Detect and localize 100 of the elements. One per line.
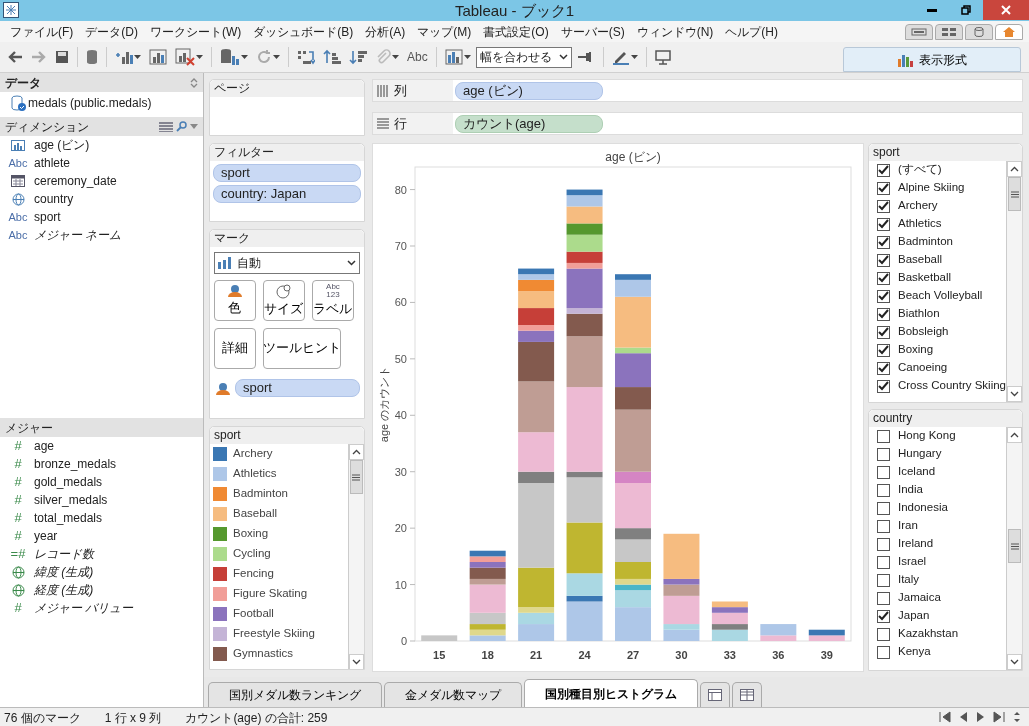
filter-item[interactable]: Athletics	[869, 215, 1006, 233]
filter-item[interactable]: Kazakhstan	[869, 625, 1006, 643]
legend-item[interactable]: Athletics	[210, 464, 348, 484]
field-name[interactable]: 経度 (生成)	[34, 581, 94, 599]
filter-item[interactable]: Japan	[869, 607, 1006, 625]
shelf-pill[interactable]: カウント(age)	[455, 114, 603, 133]
field-name[interactable]: country	[34, 190, 74, 208]
filter-item[interactable]: Kenya	[869, 643, 1006, 661]
filter-item[interactable]: Archery	[869, 197, 1006, 215]
menu-item[interactable]: 書式設定(O)	[477, 22, 555, 41]
menu-item[interactable]: マップ(M)	[411, 22, 478, 41]
field-name[interactable]: age	[34, 437, 55, 455]
legend-item[interactable]: Archery	[210, 444, 348, 464]
filter-pill[interactable]: country: Japan	[213, 185, 361, 203]
datasource-name[interactable]: medals (public.medals)	[28, 94, 152, 112]
field-name[interactable]: gold_medals	[34, 473, 103, 491]
legend-item[interactable]: Gymnastics	[210, 644, 348, 664]
field-name[interactable]: 緯度 (生成)	[34, 563, 94, 581]
legend-item[interactable]: Freestyle Skiing	[210, 624, 348, 644]
shelf-label: 行	[394, 114, 407, 133]
filter-item[interactable]: Italy	[869, 571, 1006, 589]
sheet-tab[interactable]: 国別種目別ヒストグラム	[524, 679, 698, 707]
axis-label: 36	[772, 649, 785, 661]
card-title: sport	[210, 427, 364, 444]
menu-item[interactable]: サーバー(S)	[554, 22, 631, 41]
legend-item[interactable]: Fencing	[210, 564, 348, 584]
type-icon: #	[14, 454, 22, 474]
status-text: 76 個のマーク	[4, 710, 81, 726]
field-name[interactable]: ceremony_date	[34, 172, 117, 190]
filter-item[interactable]: Indonesia	[869, 499, 1006, 517]
menu-item[interactable]: 分析(A)	[359, 22, 412, 41]
field-name[interactable]: silver_medals	[34, 491, 108, 509]
label-icon: Abc 123	[326, 282, 340, 299]
axis-label: 40	[394, 409, 407, 422]
filter-item[interactable]: India	[869, 481, 1006, 499]
chart-title: age (ビン)	[605, 150, 661, 164]
filter-item[interactable]: Iceland	[869, 463, 1006, 481]
field-name[interactable]: メジャー ネーム	[34, 226, 122, 244]
legend-item[interactable]: Football	[210, 604, 348, 624]
filter-item[interactable]: Alpine Skiing	[869, 179, 1006, 197]
mark-detail-button[interactable]: 詳細	[214, 328, 256, 369]
type-icon: #	[14, 436, 22, 456]
filter-item[interactable]: Hungary	[869, 445, 1006, 463]
axis-label: 21	[529, 649, 543, 661]
filter-item[interactable]: Cross Country Skiing	[869, 377, 1006, 395]
field-name[interactable]: athlete	[34, 154, 71, 172]
axis-label: 0	[400, 635, 407, 647]
filter-item[interactable]: Biathlon	[869, 305, 1006, 323]
mark-color-button[interactable]: 色	[214, 280, 256, 321]
menu-item[interactable]: ワークシート(W)	[144, 22, 248, 41]
filter-item[interactable]: Ireland	[869, 535, 1006, 553]
filter-item[interactable]: Beach Volleyball	[869, 287, 1006, 305]
type-icon: #	[14, 472, 22, 492]
field-name[interactable]: sport	[34, 208, 61, 226]
sheet-tab[interactable]: 国別メダル数ランキング	[208, 682, 382, 707]
menu-item[interactable]: データ(D)	[79, 22, 144, 41]
type-icon: #	[14, 508, 22, 528]
type-icon: Abc	[8, 226, 28, 244]
legend-item[interactable]: Baseball	[210, 504, 348, 524]
field-name[interactable]: メジャー バリュー	[34, 599, 134, 617]
filter-item[interactable]: Boxing	[869, 341, 1006, 359]
filter-item[interactable]: Canoeing	[869, 359, 1006, 377]
menu-item[interactable]: ヘルプ(H)	[719, 22, 784, 41]
show-me-button[interactable]: 表示形式	[843, 47, 1021, 72]
filter-item[interactable]: (すべて)	[869, 161, 1006, 179]
mark-pill[interactable]: sport	[235, 379, 360, 397]
filter-item[interactable]: Israel	[869, 553, 1006, 571]
card-title: country	[869, 410, 1022, 427]
mark-tooltip-button[interactable]: ツールヒント	[263, 328, 341, 369]
filter-item[interactable]: Jamaica	[869, 589, 1006, 607]
type-icon: Abc	[8, 208, 28, 226]
legend-item[interactable]: Badminton	[210, 484, 348, 504]
filter-item[interactable]: Baseball	[869, 251, 1006, 269]
mark-label-button[interactable]: Abc 123 ラベル	[312, 280, 354, 321]
shelf-label: 列	[394, 81, 407, 100]
field-name[interactable]: year	[34, 527, 58, 545]
menu-item[interactable]: ダッシュボード(B)	[247, 22, 360, 41]
field-name[interactable]: total_medals	[34, 509, 103, 527]
field-name[interactable]: bronze_medals	[34, 455, 117, 473]
legend-item[interactable]: Boxing	[210, 524, 348, 544]
field-name[interactable]: レコード数	[34, 545, 94, 563]
field-name[interactable]: age (ビン)	[34, 136, 90, 154]
mark-type-select[interactable]: 自動	[214, 252, 360, 274]
mark-size-button[interactable]: サイズ	[263, 280, 305, 321]
legend-item[interactable]: Cycling	[210, 544, 348, 564]
filter-pill[interactable]: sport	[213, 164, 361, 182]
menu-item[interactable]: ウィンドウ(N)	[630, 22, 720, 41]
label-button[interactable]: Abc	[404, 45, 431, 69]
filter-item[interactable]: Badminton	[869, 233, 1006, 251]
filter-item[interactable]: Hong Kong	[869, 427, 1006, 445]
filter-item[interactable]: Basketball	[869, 269, 1006, 287]
card-title: sport	[869, 144, 1022, 161]
sheet-tab[interactable]: 金メダル数マップ	[384, 682, 522, 707]
menu-item[interactable]: ファイル(F)	[4, 22, 80, 41]
shelf-pill[interactable]: age (ビン)	[455, 81, 603, 100]
filter-item[interactable]: Iran	[869, 517, 1006, 535]
type-icon: =#	[10, 544, 26, 564]
fit-select[interactable]: 幅を合わせる	[475, 46, 572, 68]
filter-item[interactable]: Bobsleigh	[869, 323, 1006, 341]
legend-item[interactable]: Figure Skating	[210, 584, 348, 604]
